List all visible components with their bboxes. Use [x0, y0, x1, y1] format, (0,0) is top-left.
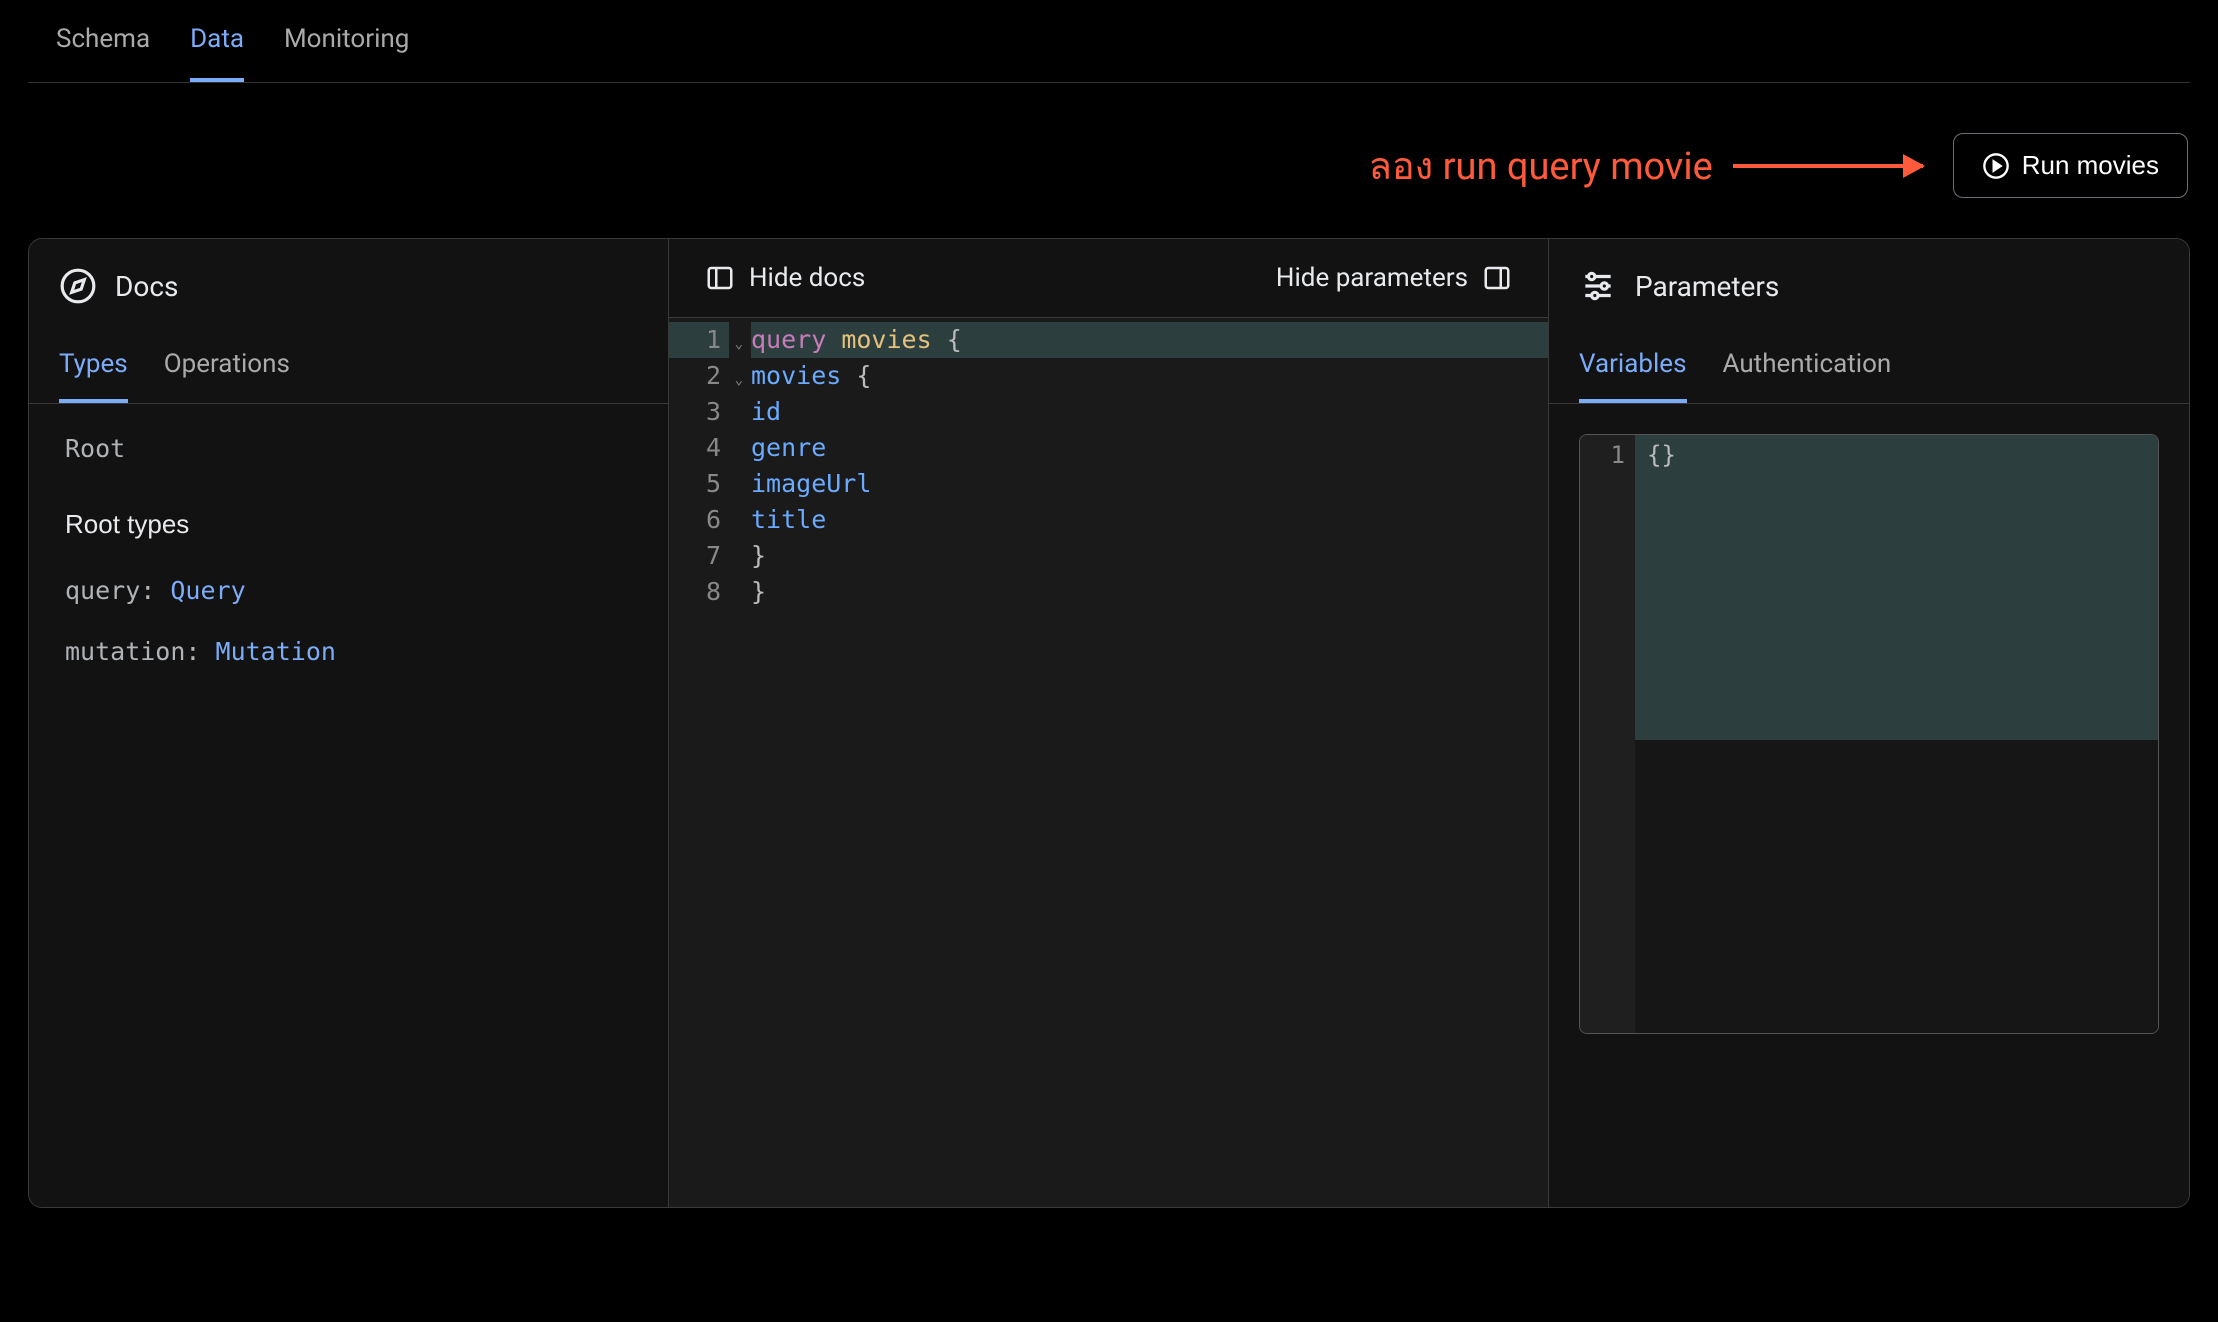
code-gutter: 1⌄2⌄345678	[669, 318, 729, 1207]
hide-params-button[interactable]: Hide parameters	[1276, 263, 1512, 293]
docs-header: Docs	[29, 239, 668, 325]
run-button[interactable]: Run movies	[1953, 133, 2188, 198]
hide-docs-button[interactable]: Hide docs	[705, 263, 865, 293]
docs-tab-types[interactable]: Types	[59, 349, 128, 403]
params-panel: Parameters Variables Authentication 1 {}	[1549, 239, 2189, 1207]
code-line[interactable]: id	[751, 394, 1548, 430]
line-number: 8	[669, 574, 729, 610]
code-line[interactable]: movies {	[751, 358, 1548, 394]
var-empty-area[interactable]	[1635, 740, 2158, 1033]
top-tab-data[interactable]: Data	[190, 24, 244, 82]
code-line[interactable]: imageUrl	[751, 466, 1548, 502]
hide-params-label: Hide parameters	[1276, 263, 1468, 293]
root-label: Root	[65, 434, 632, 463]
main-panel: Docs Types Operations Root Root types que…	[28, 238, 2190, 1208]
run-button-label: Run movies	[2022, 150, 2159, 181]
code-line[interactable]: }	[751, 538, 1548, 574]
line-number: 6	[669, 502, 729, 538]
type-row-query[interactable]: query: Query	[65, 576, 632, 605]
code-editor[interactable]: 1⌄2⌄345678 query movies { movies { id ge…	[669, 318, 1548, 1207]
params-title: Parameters	[1635, 270, 1779, 303]
type-row-mutation[interactable]: mutation: Mutation	[65, 637, 632, 666]
code-line[interactable]: query movies {	[751, 322, 1548, 358]
annotation-text: ลอง run query movie	[1369, 135, 1713, 196]
code-line[interactable]: }	[751, 574, 1548, 610]
play-icon	[1982, 152, 2010, 180]
docs-body: Root Root types query: Query mutation: Mu…	[29, 404, 668, 728]
docs-panel: Docs Types Operations Root Root types que…	[29, 239, 669, 1207]
line-number: 7	[669, 538, 729, 574]
docs-title: Docs	[115, 270, 178, 303]
var-gutter: 1	[1580, 435, 1635, 1033]
annotation-arrow	[1733, 164, 1923, 168]
code-line[interactable]: genre	[751, 430, 1548, 466]
top-tab-schema[interactable]: Schema	[56, 24, 150, 82]
line-number: 2⌄	[669, 358, 729, 394]
code-lines[interactable]: query movies { movies { id genre imageUr…	[729, 318, 1548, 1207]
var-content[interactable]: {}	[1635, 435, 2158, 740]
docs-tab-operations[interactable]: Operations	[164, 349, 290, 403]
params-tab-authentication[interactable]: Authentication	[1723, 349, 1892, 403]
line-number: 4	[669, 430, 729, 466]
hide-docs-label: Hide docs	[749, 263, 865, 293]
editor-panel: Hide docs Hide parameters 1⌄2⌄345678 que…	[669, 239, 1549, 1207]
editor-toolbar: Hide docs Hide parameters	[669, 239, 1548, 318]
fold-icon[interactable]: ⌄	[735, 362, 743, 398]
docs-tabs: Types Operations	[29, 325, 668, 404]
params-header: Parameters	[1549, 239, 2189, 325]
params-tabs: Variables Authentication	[1549, 325, 2189, 404]
line-number: 1⌄	[669, 322, 729, 358]
top-tabs: Schema Data Monitoring	[28, 0, 2190, 83]
params-tab-variables[interactable]: Variables	[1579, 349, 1687, 403]
line-number: 3	[669, 394, 729, 430]
fold-icon[interactable]: ⌄	[735, 326, 743, 362]
params-body: 1 {}	[1549, 404, 2189, 1064]
panel-left-icon	[705, 263, 735, 293]
var-line-number: 1	[1580, 441, 1625, 469]
line-number: 5	[669, 466, 729, 502]
panel-right-icon	[1482, 263, 1512, 293]
root-types-title: Root types	[65, 509, 632, 540]
top-tab-monitoring[interactable]: Monitoring	[284, 24, 409, 82]
variables-editor[interactable]: 1 {}	[1579, 434, 2159, 1034]
code-line[interactable]: title	[751, 502, 1548, 538]
action-bar: ลอง run query movie Run movies	[0, 83, 2218, 238]
compass-icon	[59, 267, 97, 305]
sliders-icon	[1579, 267, 1617, 305]
